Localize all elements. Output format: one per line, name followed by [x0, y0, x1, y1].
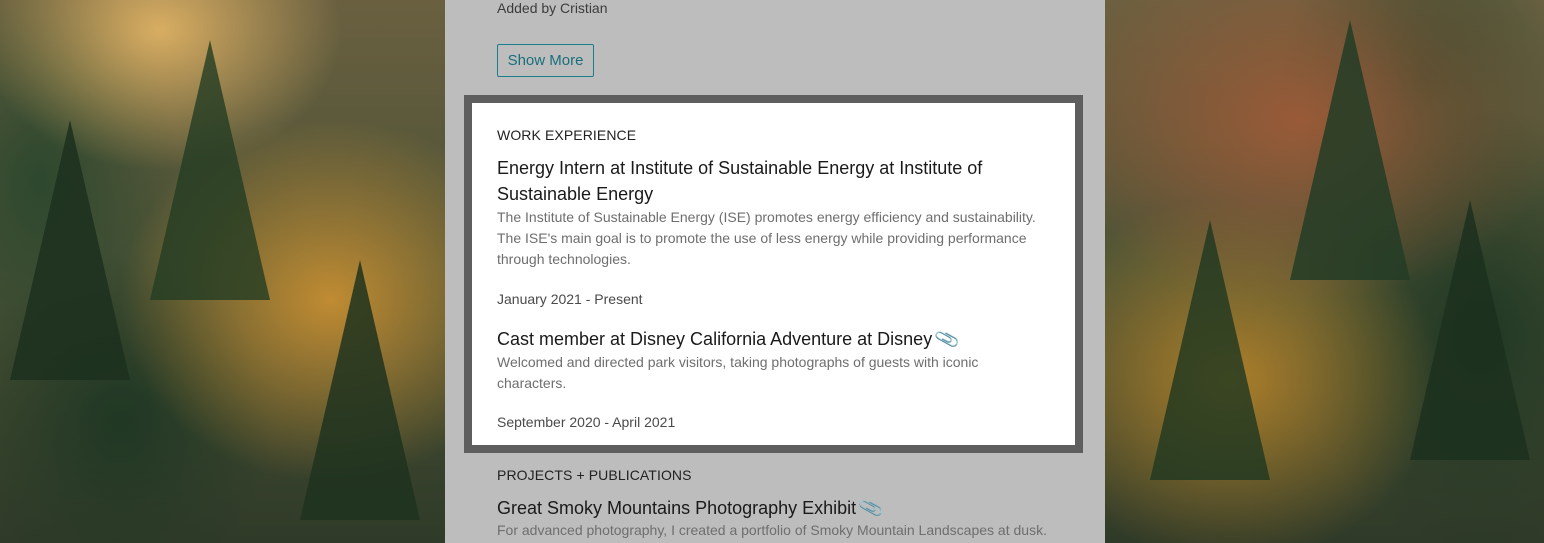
- job-title-text: Cast member at Disney California Adventu…: [497, 329, 933, 349]
- show-more-button[interactable]: Show More: [497, 44, 594, 77]
- job-dates: September 2020 - April 2021: [497, 414, 676, 430]
- profile-panel: Added by Cristian Show More WORK EXPERIE…: [445, 0, 1105, 543]
- job-description: The Institute of Sustainable Energy (ISE…: [497, 209, 1036, 267]
- background-tree: [1150, 220, 1270, 480]
- work-experience-card: WORK EXPERIENCE Energy Intern at Institu…: [472, 103, 1075, 445]
- background-tree: [1290, 20, 1410, 280]
- work-experience-heading: WORK EXPERIENCE: [497, 127, 637, 143]
- job-title: Cast member at Disney California Adventu…: [497, 326, 1057, 352]
- job-description: Welcomed and directed park visitors, tak…: [497, 354, 979, 391]
- background-tree: [300, 260, 420, 520]
- projects-heading: PROJECTS + PUBLICATIONS: [497, 467, 692, 483]
- project-title-text: Great Smoky Mountains Photography Exhibi…: [497, 498, 857, 518]
- background-tree: [10, 120, 130, 380]
- work-experience-frame: WORK EXPERIENCE Energy Intern at Institu…: [464, 95, 1083, 453]
- background-tree: [1410, 200, 1530, 460]
- job-title: Energy Intern at Institute of Sustainabl…: [497, 155, 1017, 207]
- job-dates: January 2021 - Present: [497, 291, 643, 307]
- project-description: For advanced photography, I created a po…: [497, 522, 1047, 538]
- added-by-text: Added by Cristian: [497, 0, 608, 16]
- background-tree: [150, 40, 270, 300]
- paperclip-icon[interactable]: 📎: [932, 323, 962, 355]
- job-title-text: Energy Intern at Institute of Sustainabl…: [497, 158, 983, 204]
- project-title: Great Smoky Mountains Photography Exhibi…: [497, 495, 885, 521]
